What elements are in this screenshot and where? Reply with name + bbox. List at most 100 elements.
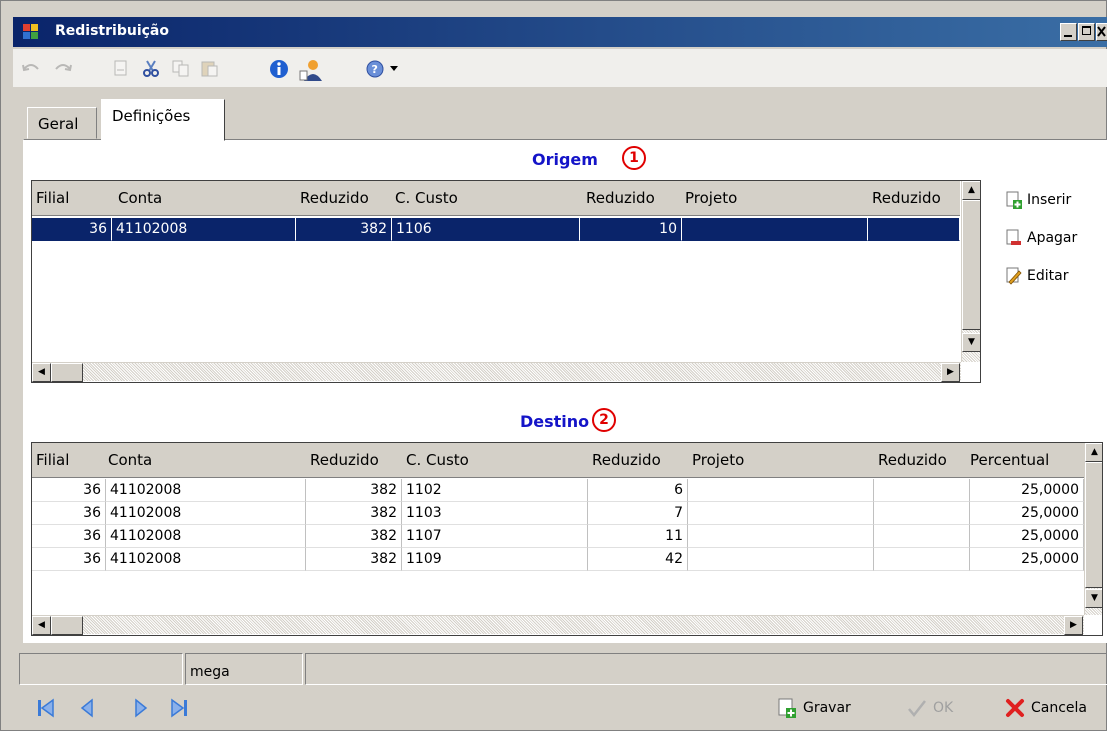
scroll-right-button[interactable]: ▶ xyxy=(1064,616,1083,635)
scroll-right-button[interactable]: ▶ xyxy=(941,363,960,382)
title-bar[interactable]: Redistribuição xyxy=(13,17,1107,47)
scroll-up-button[interactable]: ▲ xyxy=(1085,443,1102,462)
column-header[interactable]: Reduzido xyxy=(306,443,402,478)
scroll-thumb[interactable] xyxy=(51,363,83,382)
column-header[interactable]: Projeto xyxy=(688,443,874,478)
svg-text:?: ? xyxy=(372,63,378,76)
origem-grid[interactable]: Filial Conta Reduzido C. Custo Reduzido … xyxy=(31,180,981,383)
cell-reduzido3 xyxy=(868,218,960,241)
cut-icon[interactable] xyxy=(141,59,161,77)
column-header[interactable]: Reduzido xyxy=(868,181,960,216)
origem-horizontal-scrollbar[interactable]: ◀ ▶ xyxy=(32,362,961,382)
column-header[interactable]: Reduzido xyxy=(588,443,688,478)
new-document-icon[interactable] xyxy=(111,59,131,77)
inserir-button[interactable]: Inserir xyxy=(1006,188,1071,212)
cancela-button[interactable]: Cancela xyxy=(1005,697,1087,719)
cell-filial: 36 xyxy=(32,218,112,241)
undo-icon[interactable] xyxy=(21,59,41,77)
scroll-thumb[interactable] xyxy=(962,200,980,330)
cell-reduzido2: 7 xyxy=(588,502,688,525)
app-icon xyxy=(23,24,39,40)
redistribuicao-window: Redistribuição ? Geral Definições Origem… xyxy=(0,0,1107,731)
cancela-label: Cancela xyxy=(1031,700,1088,716)
cell-reduzido2: 11 xyxy=(588,525,688,548)
column-header[interactable]: Reduzido xyxy=(296,181,392,216)
ok-label: OK xyxy=(933,700,954,716)
table-row[interactable]: 36 41102008 382 1109 42 25,0000 xyxy=(32,548,1084,571)
status-user: mega xyxy=(185,653,303,685)
cell-projeto xyxy=(688,525,874,548)
destino-grid[interactable]: Filial Conta Reduzido C. Custo Reduzido … xyxy=(31,442,1103,636)
column-header[interactable]: Percentual xyxy=(966,443,1084,478)
previous-record-icon[interactable] xyxy=(77,697,99,719)
user-icon[interactable] xyxy=(298,59,324,81)
window-title: Redistribuição xyxy=(55,23,169,39)
scroll-thumb[interactable] xyxy=(1085,462,1102,588)
close-button[interactable] xyxy=(1096,23,1107,41)
scroll-thumb[interactable] xyxy=(51,616,83,635)
scroll-down-button[interactable]: ▼ xyxy=(1085,589,1102,608)
cell-reduzido: 382 xyxy=(306,525,402,548)
status-panel-1 xyxy=(19,653,183,685)
last-record-icon[interactable] xyxy=(169,697,191,719)
cell-ccusto: 1102 xyxy=(402,479,588,502)
destino-grid-header: Filial Conta Reduzido C. Custo Reduzido … xyxy=(32,443,1084,478)
cell-percentual: 25,0000 xyxy=(970,479,1084,502)
cell-projeto xyxy=(688,548,874,571)
column-header[interactable]: Reduzido xyxy=(582,181,682,216)
column-header[interactable]: Filial xyxy=(32,443,106,478)
column-header[interactable]: C. Custo xyxy=(392,181,580,216)
table-row[interactable]: 36 41102008 382 1102 6 25,0000 xyxy=(32,479,1084,502)
cell-reduzido: 382 xyxy=(306,502,402,525)
cell-reduzido2: 10 xyxy=(580,218,682,241)
info-icon[interactable] xyxy=(269,59,289,78)
cell-ccusto: 1107 xyxy=(402,525,588,548)
cell-reduzido: 382 xyxy=(306,479,402,502)
dropdown-arrow-icon[interactable] xyxy=(388,59,400,77)
gravar-button[interactable]: Gravar xyxy=(777,697,851,719)
apagar-button[interactable]: Apagar xyxy=(1006,226,1077,250)
origem-title: Origem xyxy=(532,150,598,169)
cell-percentual: 25,0000 xyxy=(970,548,1084,571)
editar-button[interactable]: Editar xyxy=(1006,264,1068,288)
table-row[interactable]: 36 41102008 382 1106 10 xyxy=(32,218,960,241)
cell-conta: 41102008 xyxy=(106,479,306,502)
minimize-button[interactable] xyxy=(1060,23,1077,41)
apagar-label: Apagar xyxy=(1027,230,1078,246)
redo-icon[interactable] xyxy=(53,59,73,77)
origem-vertical-scrollbar[interactable]: ▲ ▼ xyxy=(961,181,980,362)
tab-geral[interactable]: Geral xyxy=(27,107,97,139)
destino-horizontal-scrollbar[interactable]: ◀ ▶ xyxy=(32,615,1084,635)
cell-conta: 41102008 xyxy=(106,548,306,571)
table-row[interactable]: 36 41102008 382 1107 11 25,0000 xyxy=(32,525,1084,548)
column-header[interactable]: Reduzido xyxy=(874,443,970,478)
cancel-x-icon xyxy=(1005,698,1025,718)
scroll-down-button[interactable]: ▼ xyxy=(962,333,980,352)
column-header[interactable]: Filial xyxy=(32,181,112,216)
tab-definicoes[interactable]: Definições xyxy=(101,99,225,141)
ok-button[interactable]: OK xyxy=(907,697,953,719)
column-header[interactable]: Conta xyxy=(112,181,296,216)
cell-reduzido: 382 xyxy=(306,548,402,571)
cell-projeto xyxy=(688,479,874,502)
first-record-icon[interactable] xyxy=(35,697,57,719)
copy-icon[interactable] xyxy=(171,59,191,77)
column-header[interactable]: Projeto xyxy=(682,181,868,216)
next-record-icon[interactable] xyxy=(131,697,153,719)
destino-vertical-scrollbar[interactable]: ▲ ▼ xyxy=(1084,443,1102,615)
gravar-label: Gravar xyxy=(803,700,851,716)
help-icon[interactable]: ? xyxy=(365,59,385,78)
scroll-left-button[interactable]: ◀ xyxy=(32,616,51,635)
column-header[interactable]: Conta xyxy=(106,443,306,478)
cell-reduzido3 xyxy=(874,502,970,525)
inserir-label: Inserir xyxy=(1027,192,1072,208)
paste-icon[interactable] xyxy=(199,59,219,77)
maximize-button[interactable] xyxy=(1078,23,1095,41)
table-row[interactable]: 36 41102008 382 1103 7 25,0000 xyxy=(32,502,1084,525)
column-header[interactable]: C. Custo xyxy=(402,443,588,478)
cell-reduzido: 382 xyxy=(296,218,392,241)
tab-geral-label: Geral xyxy=(38,115,79,133)
save-icon xyxy=(777,698,797,718)
scroll-left-button[interactable]: ◀ xyxy=(32,363,51,382)
scroll-up-button[interactable]: ▲ xyxy=(962,181,980,200)
